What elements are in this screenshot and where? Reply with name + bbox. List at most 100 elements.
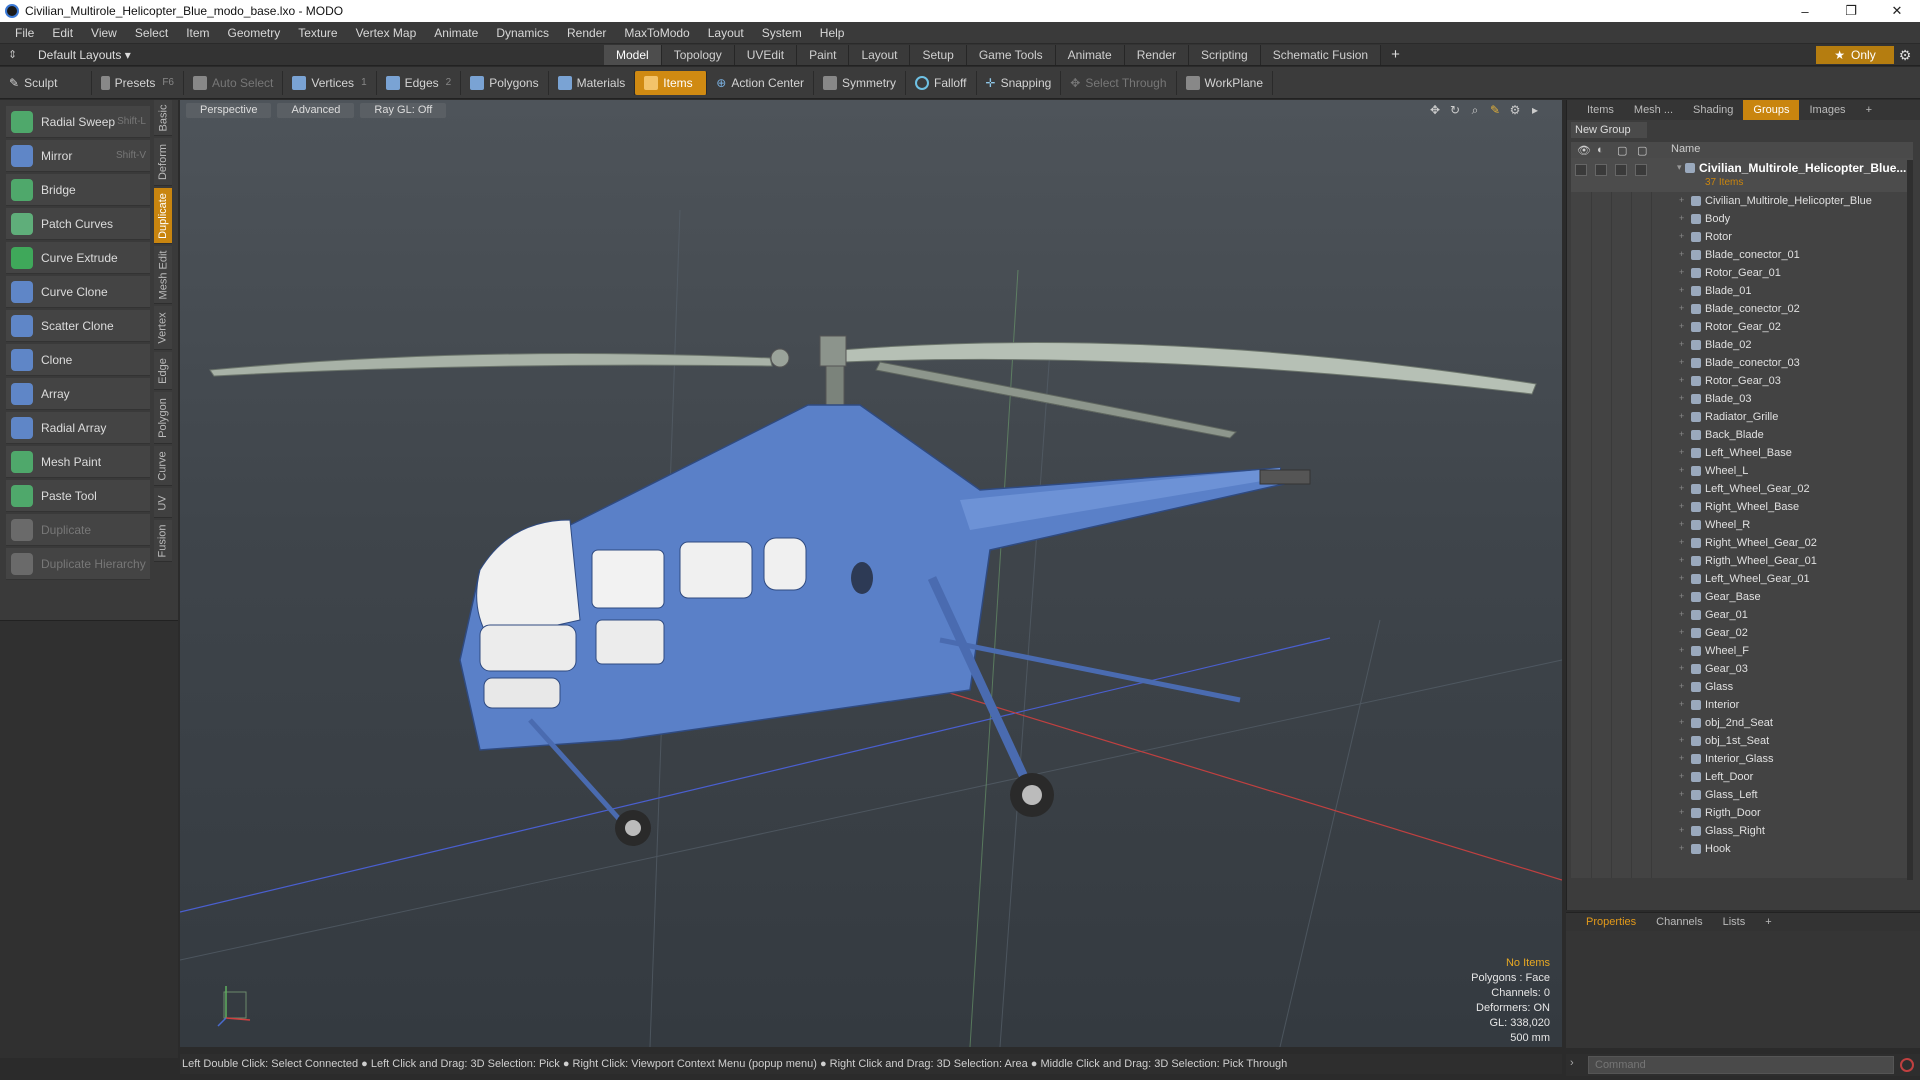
add-tab-button[interactable]: + [1381,45,1410,65]
side-tab-uv[interactable]: UV [154,488,172,518]
tree-item[interactable]: + Civilian_Multirole_Helicopter_Blue [1571,192,1913,210]
tool-duplicate-hierarchy[interactable]: Duplicate Hierarchy [6,548,150,580]
tree-item[interactable]: + obj_1st_Seat [1571,732,1913,750]
tree-item[interactable]: + Glass [1571,678,1913,696]
menu-select[interactable]: Select [126,26,177,40]
tree-item[interactable]: + Gear_03 [1571,660,1913,678]
tree-item[interactable]: + Glass_Right [1571,822,1913,840]
menu-animate[interactable]: Animate [425,26,487,40]
materials-button[interactable]: Materials [549,70,636,95]
menu-vertex-map[interactable]: Vertex Map [347,26,426,40]
tree-item[interactable]: + Blade_conector_02 [1571,300,1913,318]
name-column-header[interactable]: Name [1671,143,1700,155]
tree-item[interactable]: + Wheel_L [1571,462,1913,480]
side-tab-fusion[interactable]: Fusion [154,520,172,562]
tree-item[interactable]: + Blade_02 [1571,336,1913,354]
tool-scatter-clone[interactable]: Scatter Clone [6,310,150,342]
props-tab-channels[interactable]: Channels [1646,913,1712,931]
select-column-icon[interactable]: ▢ [1637,144,1649,157]
tree-item[interactable]: + Gear_01 [1571,606,1913,624]
props-tab-add[interactable]: + [1755,913,1781,931]
side-tab-vertex[interactable]: Vertex [154,306,172,350]
tool-radial-array[interactable]: Radial Array [6,412,150,444]
tree-item[interactable]: + Right_Wheel_Base [1571,498,1913,516]
panel-tab-images[interactable]: Images [1799,100,1855,120]
side-tab-deform[interactable]: Deform [154,138,172,186]
tab-game-tools[interactable]: Game Tools [966,45,1056,65]
menu-render[interactable]: Render [558,26,615,40]
presets-button[interactable]: Presets F6 [92,70,184,95]
tree-item[interactable]: + Right_Wheel_Gear_02 [1571,534,1913,552]
gear-icon[interactable]: ⚙ [1896,47,1914,63]
auto-select-button[interactable]: Auto Select [184,70,284,95]
tab-layout[interactable]: Layout [849,45,911,65]
panel-tab-groups[interactable]: Groups [1743,100,1800,120]
tree-item[interactable]: + Glass_Left [1571,786,1913,804]
sculpt-button[interactable]: ✎ Sculpt [0,70,92,95]
tool-array[interactable]: Array [6,378,150,410]
minimize-button[interactable]: – [1782,0,1828,22]
tree-item[interactable]: + Blade_conector_03 [1571,354,1913,372]
viewport-tab-advanced[interactable]: Advanced [277,102,355,118]
close-button[interactable]: ✕ [1874,0,1920,22]
panel-tab-items[interactable]: Items [1577,100,1624,120]
record-icon[interactable] [1900,1058,1914,1072]
tab-animate[interactable]: Animate [1055,45,1125,65]
menu-view[interactable]: View [82,26,126,40]
props-tab-properties[interactable]: Properties [1576,913,1646,931]
tree-item[interactable]: + Rotor_Gear_02 [1571,318,1913,336]
tool-mirror[interactable]: Mirror Shift-V [6,140,150,172]
tool-duplicate[interactable]: Duplicate [6,514,150,546]
menu-system[interactable]: System [753,26,811,40]
vertices-button[interactable]: Vertices 1 [283,70,377,95]
tab-paint[interactable]: Paint [797,45,850,65]
tab-uvedit[interactable]: UVEdit [734,45,798,65]
tab-render[interactable]: Render [1124,45,1190,65]
viewport-settings-icon[interactable]: ⚙ [1508,103,1522,118]
tree-item[interactable]: + Interior [1571,696,1913,714]
default-layouts-dropdown[interactable]: Default Layouts ▾ [38,48,131,62]
side-tab-mesh-edit[interactable]: Mesh Edit [154,246,172,304]
tree-item[interactable]: + Radiator_Grille [1571,408,1913,426]
menu-help[interactable]: Help [811,26,854,40]
pan-icon[interactable]: ✥ [1428,103,1442,118]
3d-viewport[interactable]: Perspective Advanced Ray GL: Off ✥ ↻ ⌕ ✎ ⚙… [180,100,1562,1047]
rotate-icon[interactable]: ↻ [1448,103,1462,118]
edges-button[interactable]: Edges 2 [377,70,462,95]
expand-layout-icon[interactable]: ⇕ [8,48,22,62]
tree-item[interactable]: + Interior_Glass [1571,750,1913,768]
symmetry-button[interactable]: Symmetry [814,70,907,95]
tree-item[interactable]: + Rotor [1571,228,1913,246]
tree-item[interactable]: + Rotor_Gear_01 [1571,264,1913,282]
falloff-button[interactable]: Falloff [906,70,977,95]
side-tab-duplicate[interactable]: Duplicate [154,188,172,244]
tree-item[interactable]: + obj_2nd_Seat [1571,714,1913,732]
side-tab-curve[interactable]: Curve [154,446,172,486]
tree-item[interactable]: + Gear_Base [1571,588,1913,606]
tree-item[interactable]: + Hook [1571,840,1913,858]
tree-item[interactable]: + Wheel_F [1571,642,1913,660]
menu-dynamics[interactable]: Dynamics [487,26,558,40]
menu-layout[interactable]: Layout [699,26,753,40]
tree-item[interactable]: + Body [1571,210,1913,228]
tree-item[interactable]: + Wheel_R [1571,516,1913,534]
tab-topology[interactable]: Topology [661,45,735,65]
menu-edit[interactable]: Edit [43,26,82,40]
tab-model[interactable]: Model [604,45,662,65]
tool-radial-sweep[interactable]: Radial Sweep Shift-L [6,106,150,138]
menu-maxtomodo[interactable]: MaxToModo [615,26,698,40]
tool-curve-extrude[interactable]: Curve Extrude [6,242,150,274]
command-input[interactable] [1588,1056,1894,1074]
tree-item[interactable]: + Left_Wheel_Base [1571,444,1913,462]
tree-item[interactable]: + Left_Door [1571,768,1913,786]
side-tab-basic[interactable]: Basic [154,100,172,136]
tool-clone[interactable]: Clone [6,344,150,376]
action-center-button[interactable]: ⊕ Action Center [707,70,815,95]
tool-curve-clone[interactable]: Curve Clone [6,276,150,308]
root-lock-icon[interactable] [1615,164,1627,176]
viewport-tab-ray-gl-off[interactable]: Ray GL: Off [360,102,447,118]
root-visibility-icon[interactable] [1575,164,1587,176]
zoom-icon[interactable]: ⌕ [1468,103,1482,118]
tree-item[interactable]: + Rigth_Wheel_Gear_01 [1571,552,1913,570]
tree-item[interactable]: + Left_Wheel_Gear_01 [1571,570,1913,588]
